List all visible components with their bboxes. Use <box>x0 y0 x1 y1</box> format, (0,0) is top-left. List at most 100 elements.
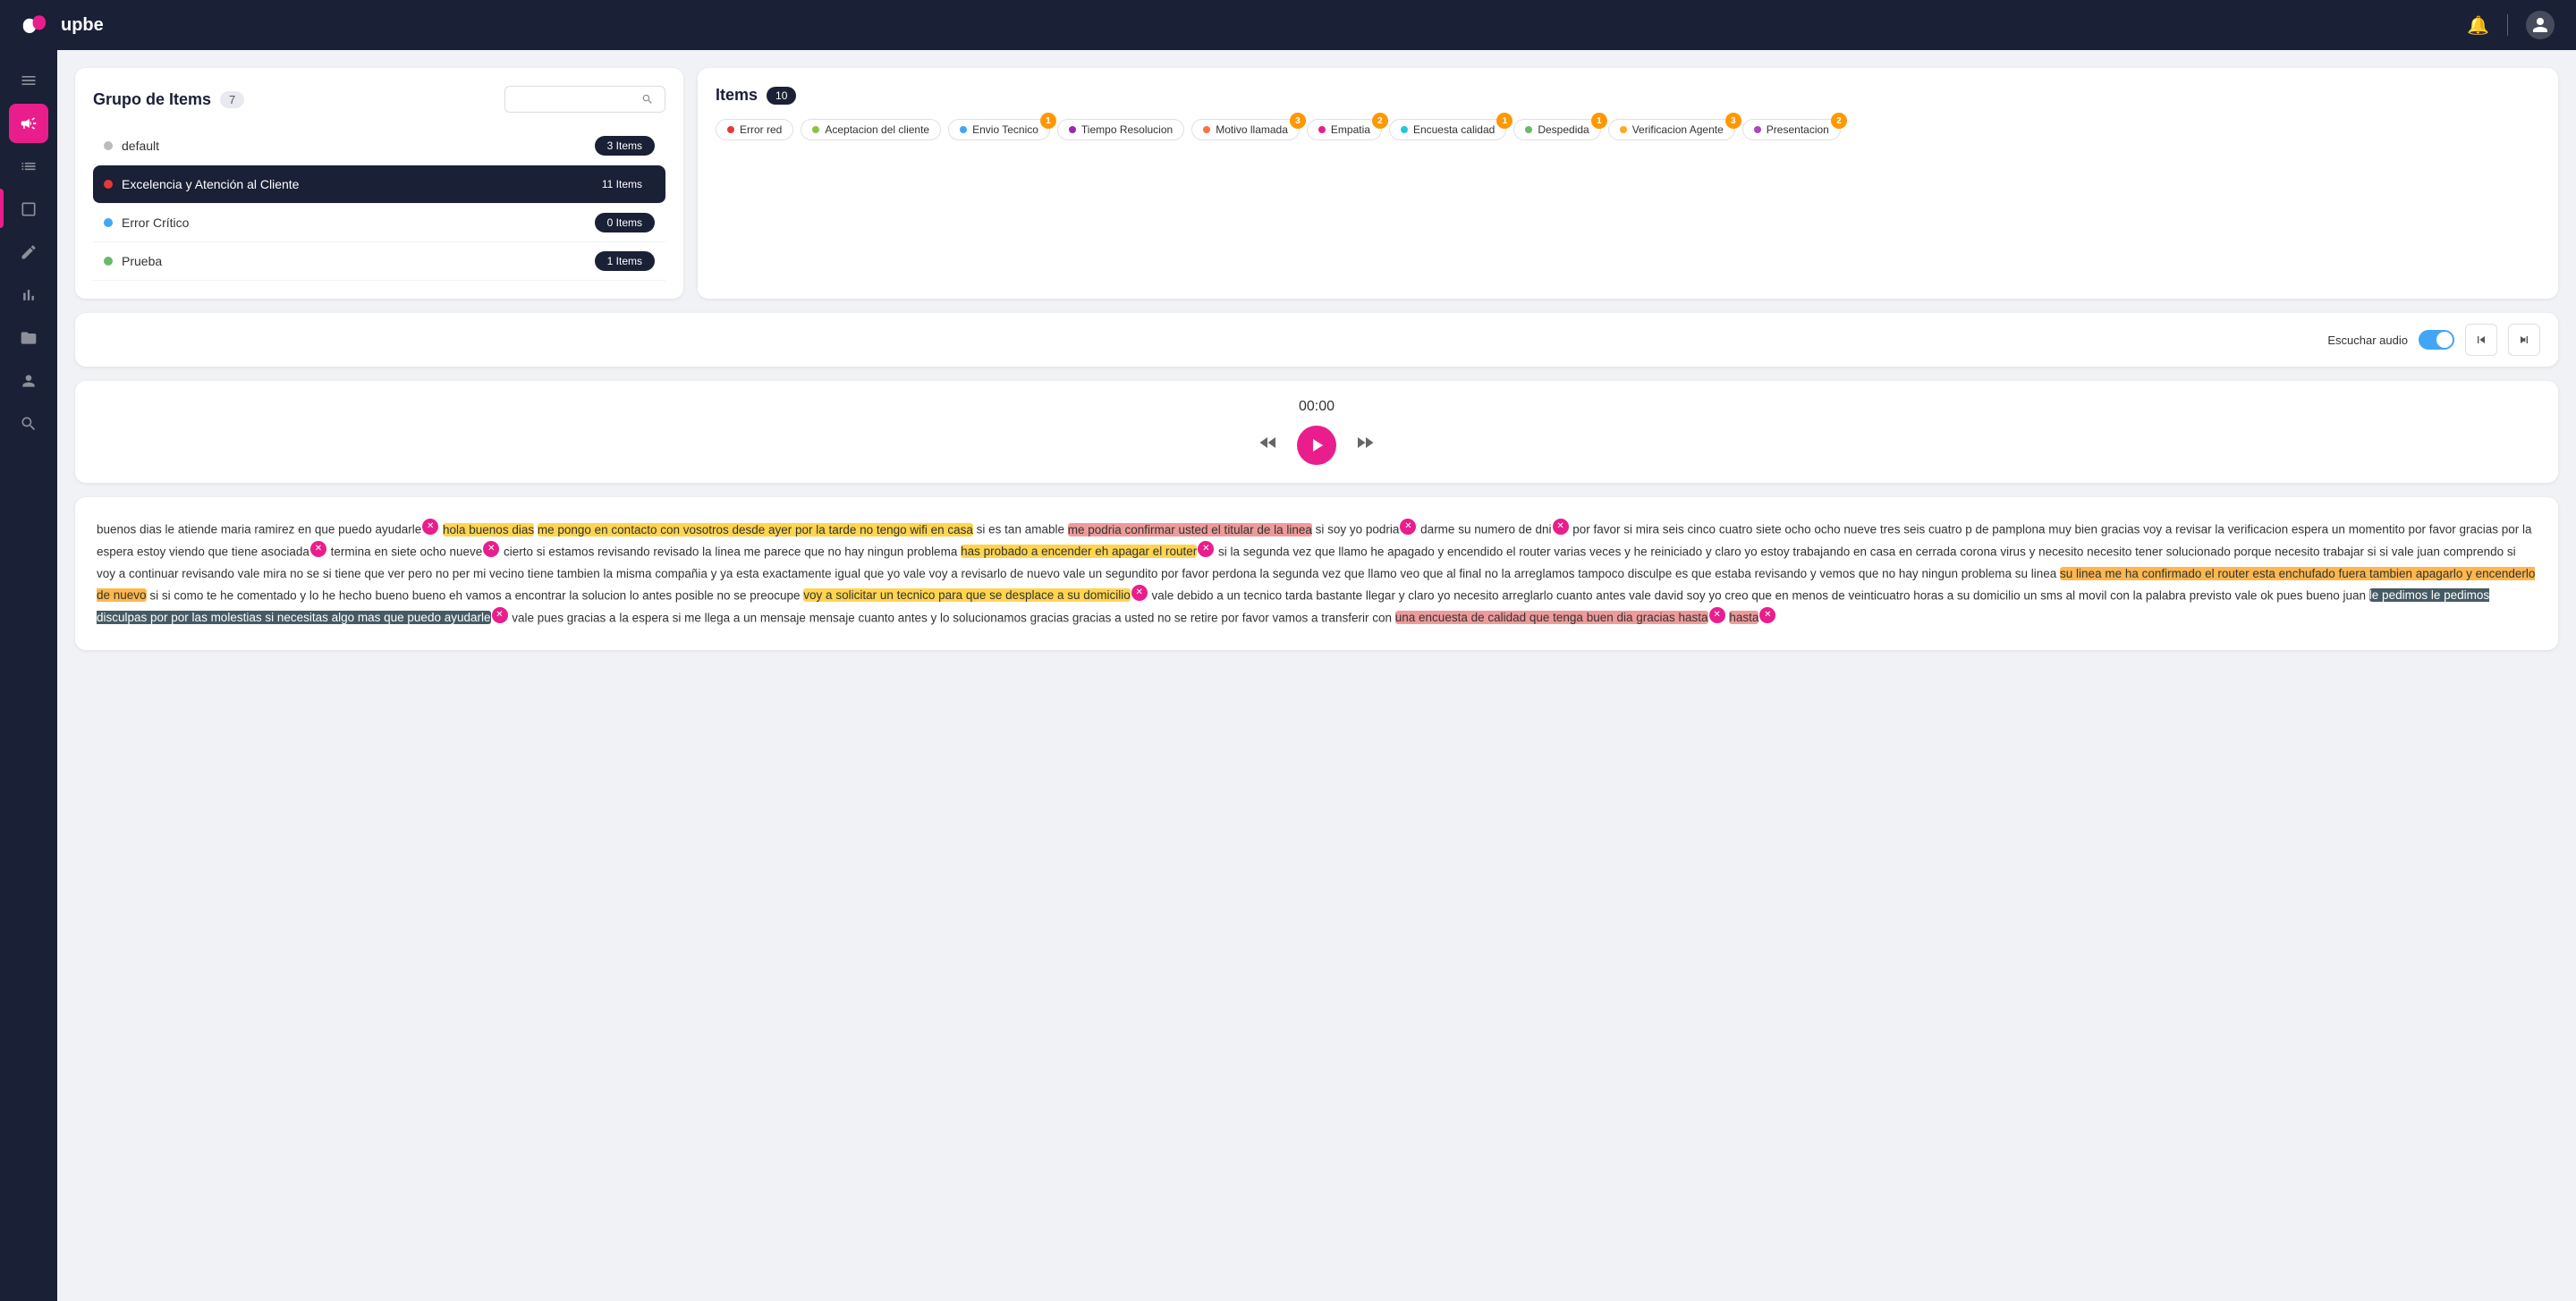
tag-label: Presentacion <box>1767 123 1829 136</box>
tag-label: Error red <box>740 123 782 136</box>
transcript-text: buenos dias le atiende maria ramirez en … <box>97 519 2537 629</box>
dot-blue <box>104 218 113 227</box>
audio-toggle[interactable] <box>2419 330 2454 350</box>
audio-controls: Escuchar audio <box>2327 324 2540 356</box>
tag-dot <box>1318 126 1326 133</box>
dot-green <box>104 257 113 266</box>
sidebar-item-folder[interactable] <box>9 318 48 358</box>
tag-label: Verificacion Agente <box>1632 123 1724 136</box>
tag-dot <box>1525 126 1532 133</box>
sidebar-item-pencil[interactable] <box>9 232 48 272</box>
user-avatar[interactable] <box>2526 11 2555 39</box>
tag-dot <box>1069 126 1076 133</box>
items-badge: 1 Items <box>595 251 655 271</box>
tag-dot <box>1620 126 1627 133</box>
group-row-default[interactable]: default 3 Items <box>93 127 665 165</box>
topnav-right: 🔔 <box>2467 11 2555 39</box>
tag-despedida[interactable]: Despedida1 <box>1513 119 1600 140</box>
logo[interactable]: upbe <box>21 9 104 41</box>
tag-label: Encuesta calidad <box>1413 123 1495 136</box>
audio-btn-left[interactable] <box>2465 324 2497 356</box>
items-panel: Items 10 Error red Aceptacion del client… <box>698 68 2558 299</box>
tag-badge: 1 <box>1591 113 1607 129</box>
sidebar-item-list[interactable] <box>9 147 48 186</box>
sidebar-item-square[interactable] <box>9 190 48 229</box>
tag-empatia[interactable]: Empatia2 <box>1307 119 1382 140</box>
sidebar-item-search[interactable] <box>9 404 48 444</box>
group-row-prueba[interactable]: Prueba 1 Items <box>93 242 665 281</box>
grupo-count: 7 <box>220 91 244 108</box>
tag-badge: 3 <box>1725 113 1741 129</box>
top-panels: Grupo de Items 7 default 3 Items Excelen… <box>75 68 2558 299</box>
grupo-search[interactable] <box>504 86 665 113</box>
close-chip[interactable]: ✕ <box>310 541 326 557</box>
sidebar-item-person[interactable] <box>9 361 48 401</box>
tag-motivo[interactable]: Motivo llamada3 <box>1191 119 1300 140</box>
sidebar-item-menu[interactable] <box>9 61 48 100</box>
rewind-button[interactable] <box>1258 432 1279 459</box>
close-chip[interactable]: ✕ <box>492 607 508 623</box>
close-chip[interactable]: ✕ <box>1131 585 1148 601</box>
tag-badge: 3 <box>1290 113 1306 129</box>
divider <box>2507 14 2508 36</box>
play-button[interactable] <box>1297 426 1336 465</box>
close-chip[interactable]: ✕ <box>1553 519 1569 535</box>
sidebar-item-megaphone[interactable] <box>9 104 48 143</box>
tag-error-red[interactable]: Error red <box>716 119 793 140</box>
audio-btn-right[interactable] <box>2508 324 2540 356</box>
forward-button[interactable] <box>1354 432 1376 459</box>
tag-presentacion[interactable]: Presentacion2 <box>1742 119 1841 140</box>
logo-text: upbe <box>61 15 104 36</box>
tag-dot <box>812 126 819 133</box>
audio-label: Escuchar audio <box>2327 334 2408 347</box>
tag-label: Tiempo Resolucion <box>1081 123 1173 136</box>
tag-dot <box>1203 126 1210 133</box>
content: Grupo de Items 7 default 3 Items Excelen… <box>57 50 2576 1301</box>
notification-icon[interactable]: 🔔 <box>2467 14 2489 37</box>
group-row-error[interactable]: Error Crítico 0 Items <box>93 204 665 242</box>
sidebar <box>0 50 57 1301</box>
sidebar-item-chart[interactable] <box>9 275 48 315</box>
tag-envio[interactable]: Envio Tecnico1 <box>948 119 1050 140</box>
close-chip[interactable]: ✕ <box>1759 607 1775 623</box>
dot-red <box>104 180 113 189</box>
items-badge: 0 Items <box>595 213 655 232</box>
close-chip[interactable]: ✕ <box>483 541 499 557</box>
tag-encuesta[interactable]: Encuesta calidad1 <box>1389 119 1506 140</box>
main-layout: Grupo de Items 7 default 3 Items Excelen… <box>0 50 2576 1301</box>
group-name: Error Crítico <box>122 215 189 230</box>
group-name: Prueba <box>122 254 162 268</box>
close-chip[interactable]: ✕ <box>1709 607 1725 623</box>
grupo-title-text: Grupo de Items <box>93 90 211 109</box>
tag-dot <box>727 126 734 133</box>
toggle-knob <box>2436 332 2453 348</box>
items-badge: 3 Items <box>595 136 655 156</box>
player-section: 00:00 <box>75 381 2558 483</box>
tag-dot <box>1754 126 1761 133</box>
player-time: 00:00 <box>1299 399 1335 415</box>
tag-verificacion[interactable]: Verificacion Agente3 <box>1608 119 1735 140</box>
group-row-excelencia[interactable]: Excelencia y Atención al Cliente 11 Item… <box>93 165 665 204</box>
tag-label: Empatia <box>1331 123 1370 136</box>
close-chip[interactable]: ✕ <box>1198 541 1214 557</box>
items-badge: 11 Items <box>589 174 655 194</box>
items-title: Items <box>716 86 758 105</box>
tag-badge: 1 <box>1040 113 1056 129</box>
player-controls <box>1258 426 1376 465</box>
search-icon <box>641 92 654 106</box>
grupo-header: Grupo de Items 7 <box>93 86 665 113</box>
tag-badge: 2 <box>1372 113 1388 129</box>
topnav: upbe 🔔 <box>0 0 2576 50</box>
tags-grid: Error red Aceptacion del cliente Envio T… <box>716 119 2540 140</box>
tag-tiempo[interactable]: Tiempo Resolucion <box>1057 119 1184 140</box>
close-chip[interactable]: ✕ <box>1400 519 1416 535</box>
tag-dot <box>960 126 967 133</box>
grupo-title: Grupo de Items 7 <box>93 90 244 109</box>
tag-label: Despedida <box>1538 123 1589 136</box>
items-header: Items 10 <box>716 86 2540 105</box>
close-chip[interactable]: ✕ <box>422 519 438 535</box>
transcript-section: buenos dias le atiende maria ramirez en … <box>75 497 2558 650</box>
audio-bar: Escuchar audio <box>75 313 2558 367</box>
grupo-search-input[interactable] <box>516 93 634 106</box>
tag-aceptacion[interactable]: Aceptacion del cliente <box>801 119 941 140</box>
